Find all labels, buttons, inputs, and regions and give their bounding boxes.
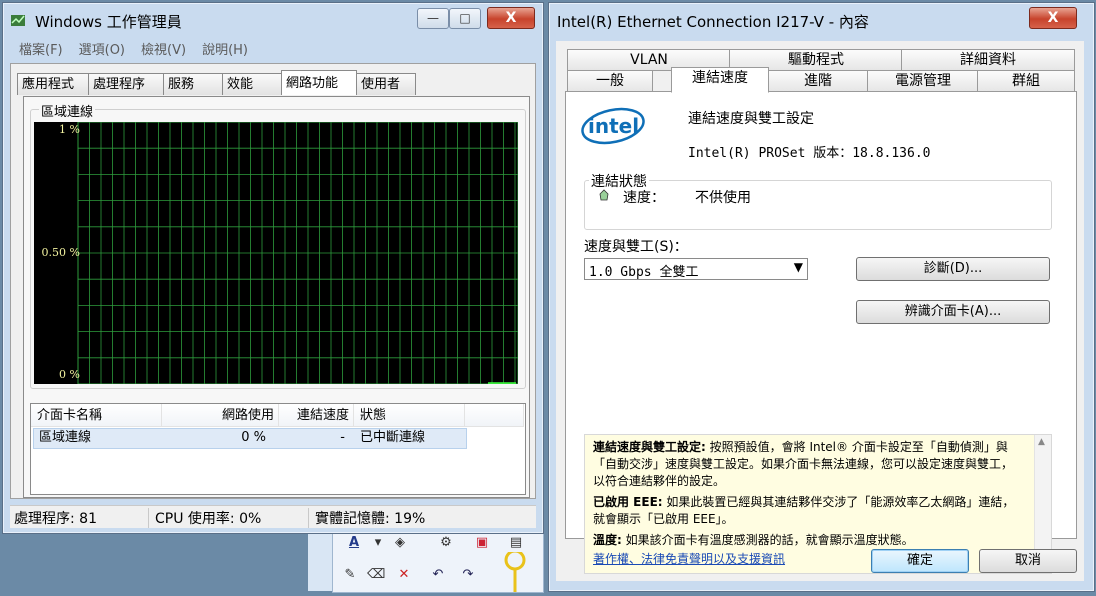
status-bar: 處理程序: 81 CPU 使用率: 0% 實體記憶體: 19%: [10, 505, 536, 528]
properties-title: Intel(R) Ethernet Connection I217-V - 內容: [557, 13, 869, 31]
network-usage-graph: 1 % 0.50 % 0 %: [34, 122, 518, 384]
link-speed-page: intel 連結速度與雙工設定 Intel(R) PROSet 版本：18.8.…: [565, 91, 1077, 574]
tab-power-management[interactable]: 電源管理: [867, 70, 979, 92]
tab-link-speed[interactable]: 連結速度: [671, 67, 769, 93]
undo-icon[interactable]: ↶: [429, 566, 447, 584]
tab-teaming[interactable]: 群組: [977, 70, 1075, 92]
tab-general[interactable]: 一般: [567, 70, 653, 92]
link-status-group: 連結狀態 速度： 不供使用: [584, 171, 1052, 230]
menu-help[interactable]: 說明(H): [194, 40, 256, 60]
help-p2-title: 已啟用 EEE:: [593, 495, 663, 509]
maximize-button[interactable]: □: [449, 8, 481, 29]
status-processes: 處理程序: 81: [14, 511, 97, 527]
tab-performance[interactable]: 效能: [222, 73, 282, 95]
identify-adapter-button[interactable]: 辨識介面卡(A)...: [856, 300, 1050, 324]
row-network-usage: 0 %: [241, 430, 266, 445]
status-cpu: CPU 使用率: 0%: [148, 508, 261, 528]
speed-value: 不供使用: [695, 190, 751, 206]
help-p3-text: 如果該介面卡有溫度感測器的話，就會顯示溫度狀態。: [621, 533, 914, 547]
brush-icon[interactable]: ✎: [341, 566, 359, 584]
diagnose-button[interactable]: 診斷(D)...: [856, 257, 1050, 281]
background-paint-toolbar: A ▾ ◈ ⚙ ▣ ▤ ✎ ⌫ ✕ ↶ ↷: [332, 529, 544, 593]
adapter-table: 介面卡名稱 網路使用 連結速度 狀態 區域連線 0 % - 已中斷連線: [30, 403, 526, 495]
menu-file[interactable]: 檔案(F): [11, 40, 71, 60]
fill-icon[interactable]: ◈: [391, 534, 409, 552]
tab-details[interactable]: 詳細資料: [901, 49, 1075, 71]
menu-view[interactable]: 檢視(V): [133, 40, 194, 60]
minimize-button[interactable]: —: [417, 8, 449, 29]
scroll-up-icon[interactable]: ▲: [1038, 437, 1045, 447]
dropdown-arrow-icon[interactable]: ▾: [369, 534, 387, 552]
row-state: 已中斷連線: [360, 430, 426, 445]
networking-page: 區域連線 1 % 0.50 % 0 % 介面卡名稱 網路使用 連結速度 狀態 區…: [23, 96, 530, 498]
image-icon[interactable]: ▣: [473, 534, 491, 552]
close-button[interactable]: X: [487, 7, 535, 29]
eraser-icon[interactable]: ⌫: [367, 566, 385, 584]
settings-icon[interactable]: ⚙: [437, 534, 455, 552]
row-link-speed: -: [340, 430, 345, 445]
proset-version: Intel(R) PROSet 版本：18.8.136.0: [688, 146, 931, 161]
row-adapter-name: 區域連線: [39, 430, 92, 445]
task-manager-titlebar[interactable]: Windows 工作管理員 — □ X: [3, 3, 543, 37]
legal-support-link[interactable]: 著作權、法律免責聲明以及支援資訊: [593, 552, 785, 566]
group-label: 區域連線: [39, 101, 96, 120]
tab-users[interactable]: 使用者: [356, 73, 416, 95]
window-title: Windows 工作管理員: [35, 13, 182, 31]
column-adapter-name[interactable]: 介面卡名稱: [31, 404, 162, 427]
intel-logo: intel: [580, 104, 646, 150]
redo-icon[interactable]: ↷: [459, 566, 477, 584]
tab-applications[interactable]: 應用程式: [17, 73, 89, 95]
network-graph-group: 區域連線 1 % 0.50 % 0 %: [30, 101, 526, 389]
menu-bar: 檔案(F) 選項(O) 檢視(V) 說明(H): [11, 40, 256, 60]
delete-icon[interactable]: ✕: [395, 566, 413, 584]
graph-grid: [77, 122, 518, 384]
column-link-speed[interactable]: 連結速度: [279, 404, 354, 427]
speed-duplex-value: 1.0 Gbps 全雙工: [589, 265, 699, 280]
column-filler: [465, 404, 524, 427]
status-memory: 實體記憶體: 19%: [308, 508, 425, 528]
tab-advanced[interactable]: 進階: [767, 70, 869, 92]
speed-label: 速度：: [623, 190, 665, 206]
chevron-down-icon: ▼: [793, 260, 803, 274]
font-color-icon[interactable]: A: [345, 534, 363, 552]
tab-strip: 應用程式 處理程序 服務 效能 網路功能 使用者: [17, 70, 416, 95]
speed-duplex-select[interactable]: 1.0 Gbps 全雙工 ▼: [584, 258, 808, 280]
task-manager-icon: [11, 13, 27, 27]
properties-titlebar[interactable]: Intel(R) Ethernet Connection I217-V - 內容…: [549, 3, 1094, 37]
tab-networking[interactable]: 網路功能: [281, 70, 357, 95]
cancel-button[interactable]: 取消: [979, 549, 1077, 573]
task-manager-window: Windows 工作管理員 — □ X 檔案(F) 選項(O) 檢視(V) 說明…: [2, 2, 544, 534]
duplex-label: 速度與雙工(S)：: [584, 239, 688, 255]
tab-processes[interactable]: 處理程序: [88, 73, 164, 95]
y-label-min: 0 %: [59, 368, 80, 381]
adapter-properties-window: Intel(R) Ethernet Connection I217-V - 內容…: [548, 2, 1095, 592]
help-p1-title: 連結速度與雙工設定:: [593, 440, 706, 454]
y-label-max: 1 %: [59, 123, 80, 136]
background-window-edge: [308, 532, 333, 591]
pin-icon: [503, 549, 527, 592]
tab-services[interactable]: 服務: [163, 73, 223, 95]
section-heading: 連結速度與雙工設定: [688, 111, 814, 127]
close-button[interactable]: X: [1029, 7, 1077, 29]
intel-logo-text: intel: [588, 114, 640, 138]
ok-button[interactable]: 確定: [871, 549, 969, 573]
save-icon[interactable]: ▤: [507, 534, 525, 552]
column-state[interactable]: 狀態: [354, 404, 465, 427]
help-p3-title: 溫度:: [593, 533, 622, 547]
status-indicator-icon: [599, 189, 609, 201]
y-label-mid: 0.50 %: [41, 246, 80, 259]
menu-options[interactable]: 選項(O): [71, 40, 133, 60]
column-network-usage[interactable]: 網路使用: [162, 404, 279, 427]
